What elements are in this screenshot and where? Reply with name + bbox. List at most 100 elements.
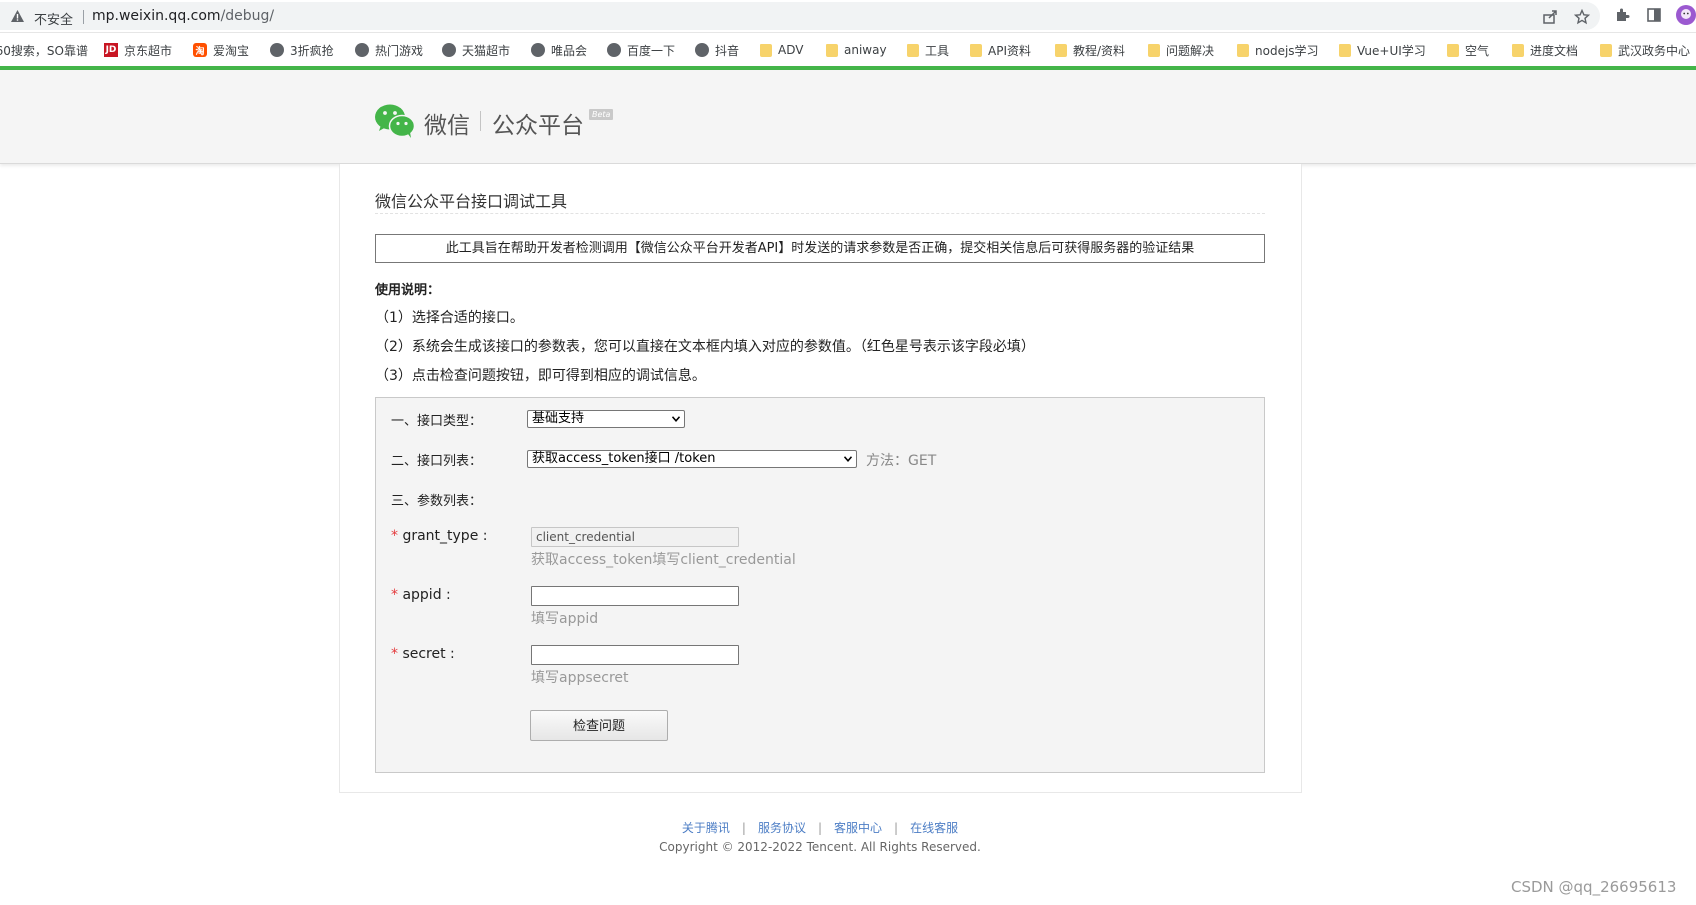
globe-icon: [695, 43, 709, 57]
notice-box: 此工具旨在帮助开发者检测调用【微信公众平台开发者API】时发送的请求参数是否正确…: [375, 234, 1265, 263]
csdn-watermark: CSDN @qq_26695613: [1511, 878, 1677, 896]
usage-step-3: （3）点击检查问题按钮，即可得到相应的调试信息。: [375, 368, 706, 384]
browser-address-bar: 不安全 mp.weixin.qq.com/debug/: [0, 0, 1696, 33]
bookmark-wuhan[interactable]: 武汉政务中心: [1600, 41, 1690, 59]
params-label: 三、参数列表：: [391, 494, 483, 509]
bookmark-hot-games[interactable]: 热门游戏: [355, 41, 423, 59]
globe-icon: [442, 43, 456, 57]
bookmark-label: Vue+UI学习: [1357, 43, 1426, 58]
folder-icon: [1237, 43, 1249, 57]
star-icon[interactable]: [1574, 9, 1590, 25]
globe-icon: [355, 43, 369, 57]
folder-icon: [1512, 43, 1524, 57]
bookmark-label: 百度一下: [627, 43, 676, 58]
globe-icon: [607, 43, 621, 57]
footer-link-terms[interactable]: 服务协议: [758, 821, 806, 835]
footer-link-about[interactable]: 关于腾讯: [682, 821, 730, 835]
url-text[interactable]: mp.weixin.qq.com/debug/: [92, 8, 274, 24]
bookmark-label: 武汉政务中心: [1618, 43, 1691, 58]
required-mark: *: [391, 587, 398, 603]
folder-icon: [1447, 43, 1459, 57]
bookmark-adv[interactable]: ADV: [760, 41, 803, 59]
bookmark-360[interactable]: 360搜索，SO靠谱: [0, 41, 88, 59]
footer-separator: |: [741, 821, 746, 835]
extensions-icon[interactable]: [1614, 7, 1630, 23]
url-host: mp.weixin.qq.com: [92, 8, 221, 24]
appid-hint: 填写appid: [531, 611, 599, 627]
footer-links: 关于腾讯 | 服务协议 | 客服中心 | 在线客服: [0, 819, 1640, 836]
folder-icon: [1600, 43, 1612, 57]
interface-type-select[interactable]: 基础支持: [527, 410, 685, 428]
warning-icon[interactable]: [10, 9, 25, 23]
bookmark-baidu[interactable]: 百度一下: [607, 41, 675, 59]
beta-badge: Beta: [589, 109, 614, 120]
security-label[interactable]: 不安全: [34, 9, 73, 28]
bookmark-label: 抖音: [715, 43, 740, 58]
folder-icon: [1055, 43, 1067, 57]
side-panel-icon[interactable]: [1646, 7, 1662, 23]
bookmark-label: 问题解决: [1166, 43, 1215, 58]
secret-field[interactable]: [531, 645, 739, 665]
usage-step-1: （1）选择合适的接口。: [375, 310, 524, 326]
grant-type-label: * grant_type :: [391, 528, 487, 544]
folder-icon: [1339, 43, 1351, 57]
bookmark-3zhe[interactable]: 3折疯抢: [270, 41, 334, 59]
bookmark-vue[interactable]: Vue+UI学习: [1339, 41, 1426, 59]
wechat-logo-icon[interactable]: [374, 103, 416, 139]
bookmark-tmall[interactable]: 天猫超市: [442, 41, 510, 59]
folder-icon: [760, 43, 772, 57]
usage-heading: 使用说明：: [375, 283, 441, 298]
folder-icon: [1148, 43, 1160, 57]
jd-icon: JD: [104, 43, 118, 57]
bookmark-label: 3折疯抢: [290, 43, 334, 58]
bookmark-nodejs[interactable]: nodejs学习: [1237, 41, 1319, 59]
bookmark-api[interactable]: API资料: [970, 41, 1031, 59]
bookmark-progress[interactable]: 进度文档: [1512, 41, 1578, 59]
logo-weixin-text[interactable]: 微信: [424, 106, 470, 140]
bookmark-aniway[interactable]: aniway: [826, 41, 887, 59]
folder-icon: [907, 43, 919, 57]
bookmark-vip[interactable]: 唯品会: [531, 41, 587, 59]
interface-list-select[interactable]: 获取access_token接口 /token: [527, 450, 857, 468]
grant-type-field[interactable]: client_credential: [531, 527, 739, 547]
bookmark-label: 天猫超市: [462, 43, 511, 58]
logo-platform-text[interactable]: 公众平台: [492, 106, 584, 140]
footer-link-help[interactable]: 客服中心: [834, 821, 882, 835]
bookmark-label: aniway: [844, 43, 887, 57]
interface-list-label: 二、接口列表：: [391, 454, 483, 469]
secret-label: * secret :: [391, 646, 455, 662]
footer-separator: |: [817, 821, 823, 835]
omnibox[interactable]: 不安全 mp.weixin.qq.com/debug/: [0, 2, 1600, 30]
appid-field[interactable]: [531, 586, 739, 606]
bookmark-jd[interactable]: JD 京东超市: [104, 41, 172, 59]
url-path: /debug/: [220, 8, 275, 24]
bookmark-aitaobao[interactable]: 淘 爱淘宝: [193, 41, 249, 59]
bookmark-air[interactable]: 空气: [1447, 41, 1489, 59]
globe-icon: [531, 43, 545, 57]
folder-icon: [970, 43, 982, 57]
profile-avatar-icon[interactable]: [1676, 5, 1696, 25]
share-icon[interactable]: [1542, 9, 1558, 25]
http-method: 方法：GET: [866, 453, 937, 469]
required-mark: *: [391, 528, 398, 544]
grant-type-label-text: grant_type :: [402, 528, 488, 544]
title-divider: [375, 213, 1265, 214]
folder-icon: [826, 43, 838, 57]
bookmark-tutorials[interactable]: 教程/资料: [1055, 41, 1125, 59]
footer-separator: |: [894, 821, 899, 835]
taobao-icon: 淘: [193, 43, 207, 57]
chevron-down-icon: [672, 416, 680, 422]
page-title: 微信公众平台接口调试工具: [375, 192, 568, 211]
bookmark-label: 爱淘宝: [213, 43, 250, 58]
check-problem-button[interactable]: 检查问题: [530, 710, 668, 741]
footer-link-online-service[interactable]: 在线客服: [910, 821, 958, 835]
bookmark-label: 进度文档: [1530, 43, 1579, 58]
interface-list-value: 获取access_token接口 /token: [532, 451, 716, 466]
bookmark-tools[interactable]: 工具: [907, 41, 949, 59]
logo-divider: [480, 111, 481, 131]
bookmark-problems[interactable]: 问题解决: [1148, 41, 1214, 59]
chevron-down-icon: [844, 456, 852, 462]
bookmark-douyin[interactable]: 抖音: [695, 41, 739, 59]
bookmark-label: API资料: [988, 43, 1031, 58]
appid-label: * appid :: [391, 587, 451, 603]
